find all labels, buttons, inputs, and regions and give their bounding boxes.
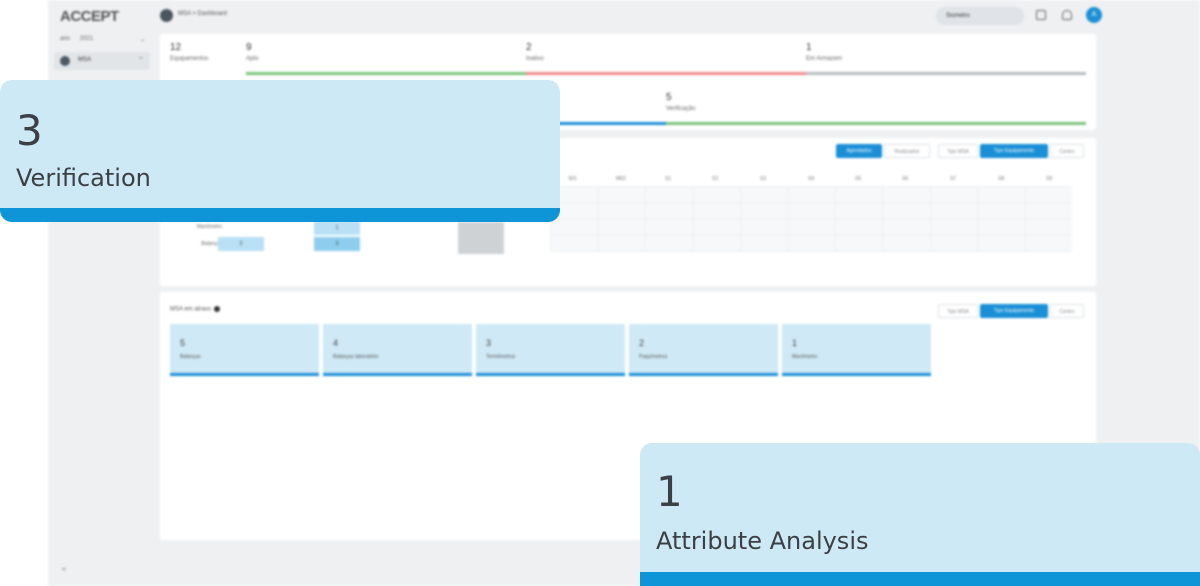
tile-label: Balanças laboratório: [333, 354, 379, 360]
tile-bar: [170, 373, 319, 376]
column-header: S9: [1046, 176, 1053, 182]
calendar-cell[interactable]: 2: [218, 237, 264, 251]
msa-icon: [160, 9, 173, 22]
tile-bar: [323, 373, 472, 376]
calendar-grid: [550, 186, 1072, 252]
tile-value: 4: [333, 338, 339, 348]
apto-bar: [246, 72, 526, 75]
column-header: S01: [568, 176, 577, 182]
column-header: S2: [712, 176, 719, 182]
stat-value: 12: [170, 42, 182, 53]
callout-bar: [640, 572, 1200, 586]
chevron-down-icon: ⌄: [140, 37, 146, 43]
inativo-bar: [526, 72, 806, 75]
stat-equipamentos: 12 Equipamentos: [170, 42, 208, 62]
tile-bar: [629, 373, 778, 376]
toggle-centro[interactable]: Centro: [1050, 144, 1084, 158]
column-header: S1: [665, 176, 672, 182]
tile-bar: [476, 373, 625, 376]
tile-label: Balanças: [180, 354, 201, 360]
armazem-bar: [806, 72, 1086, 75]
toggle-centro[interactable]: Centro: [1050, 304, 1084, 318]
callout-bar: [0, 208, 560, 222]
late-tile[interactable]: 3 Termômetros: [476, 324, 625, 376]
late-title-text: MSA em atraso: [170, 306, 212, 313]
tile-value: 1: [792, 338, 798, 348]
column-header: S6: [902, 176, 909, 182]
alert-icon[interactable]: [1062, 10, 1072, 20]
stat-label: Em Armazem: [806, 56, 843, 62]
late-tile[interactable]: 5 Balanças: [170, 324, 319, 376]
toggle-tipo-msa[interactable]: Tipo MSA: [938, 304, 978, 318]
current-week-marker: [458, 222, 504, 254]
chevron-up-icon: ⌃: [138, 57, 144, 64]
calendar-cell[interactable]: 3: [314, 237, 360, 251]
sidebar-item-msa[interactable]: MSA ⌃: [54, 52, 150, 70]
stat-em-armazem: 1 Em Armazem: [806, 42, 842, 62]
callout-label: Verification: [16, 164, 151, 192]
tile-label: Manômetro: [792, 354, 818, 360]
app-logo: ACCEPT: [60, 8, 119, 25]
year-value: 2021: [79, 36, 94, 42]
stat-verificacao: 5 Verificação: [666, 92, 695, 112]
breadcrumb[interactable]: MSA > Dashboard: [178, 11, 227, 17]
stat-value: 5: [666, 92, 672, 103]
column-header: S4: [808, 176, 815, 182]
stat-label: Apto: [246, 56, 259, 62]
top-bar: MSA > Dashboard Sismetro A: [152, 0, 1200, 32]
user-menu[interactable]: Sismetro: [936, 7, 1024, 25]
calendar-icon[interactable]: [1036, 10, 1046, 20]
toggle-agendados[interactable]: Agendados: [836, 144, 882, 158]
toggle-tipo-msa[interactable]: Tipo MSA: [938, 144, 978, 158]
progress-bar: [550, 122, 666, 125]
info-icon[interactable]: [214, 306, 221, 312]
column-header: S3: [760, 176, 767, 182]
column-header: S5: [855, 176, 862, 182]
late-title: MSA em atraso: [170, 306, 221, 313]
toggle-realizados[interactable]: Realizados: [884, 144, 930, 158]
stat-label: Verificação: [666, 106, 696, 112]
verification-callout: 3 Verification: [0, 80, 560, 222]
msa-icon: [60, 56, 70, 66]
calendar-cell[interactable]: 1: [314, 221, 360, 235]
year-selector[interactable]: ano 2021 ⌄: [60, 36, 145, 43]
column-header: S8: [998, 176, 1005, 182]
toggle-tipo-equipamento[interactable]: Tipo Equipamento: [980, 144, 1048, 158]
late-tile[interactable]: 4 Balanças laboratório: [323, 324, 472, 376]
stat-apto: 9 Apto: [246, 42, 258, 62]
tile-value: 3: [486, 338, 492, 348]
row-header: Balanças: [201, 241, 222, 247]
tile-label: Termômetros: [486, 354, 516, 360]
toggle-tipo-equipamento[interactable]: Tipo Equipamento: [980, 304, 1048, 318]
collapse-sidebar-icon[interactable]: «: [62, 566, 66, 573]
late-tile[interactable]: 1 Manômetro: [782, 324, 931, 376]
stat-inativo: 2 Inativo: [526, 42, 544, 62]
late-tile[interactable]: 2 Paquímetros: [629, 324, 778, 376]
tile-label: Paquímetros: [639, 354, 668, 360]
stat-label: Inativo: [526, 56, 544, 62]
stat-value: 9: [246, 42, 252, 53]
stat-value: 1: [806, 42, 812, 53]
stat-label: Equipamentos: [170, 56, 209, 62]
row-header: Manômetro: [196, 224, 222, 230]
callout-value: 1: [656, 467, 683, 516]
tile-value: 5: [180, 338, 186, 348]
tile-bar: [782, 373, 931, 376]
stat-value: 2: [526, 42, 532, 53]
sidebar-item-label: MSA: [78, 57, 92, 63]
avatar[interactable]: A: [1086, 7, 1102, 23]
callout-label: Attribute Analysis: [656, 527, 869, 555]
year-label: ano: [60, 36, 71, 42]
tile-value: 2: [639, 338, 645, 348]
column-header: M02: [616, 176, 626, 182]
callout-value: 3: [16, 106, 43, 155]
attribute-analysis-callout: 1 Attribute Analysis: [640, 443, 1200, 586]
verificacao-bar: [666, 122, 1086, 125]
column-header: S7: [950, 176, 957, 182]
